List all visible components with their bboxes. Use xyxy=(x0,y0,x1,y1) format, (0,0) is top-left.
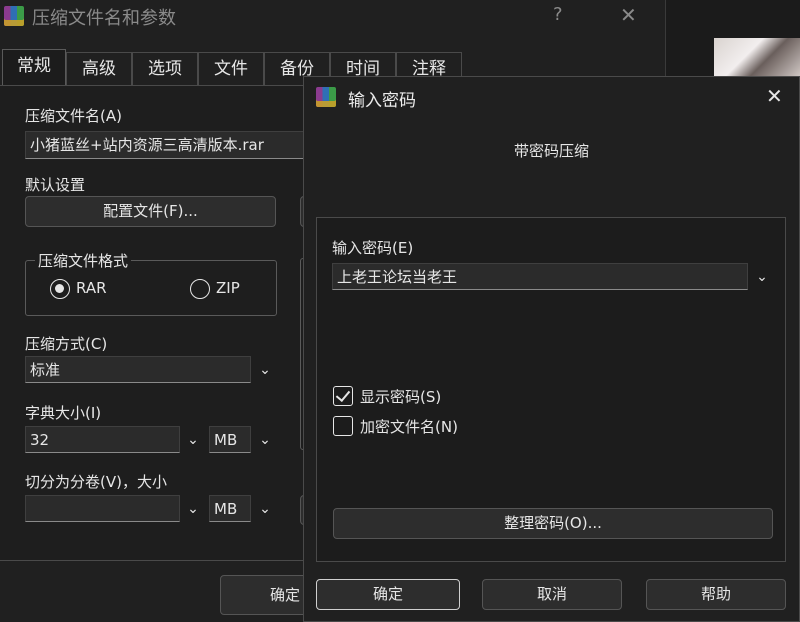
encrypt-filenames-checkbox[interactable] xyxy=(333,416,353,436)
password-input[interactable]: 上老王论坛当老王 xyxy=(332,263,748,290)
split-unit-select[interactable]: MB xyxy=(209,495,251,522)
show-password-checkbox[interactable] xyxy=(333,386,353,406)
zip-radio[interactable] xyxy=(190,279,210,299)
password-help-button[interactable]: 帮助 xyxy=(646,579,786,610)
rar-label[interactable]: RAR xyxy=(76,279,107,297)
chevron-down-icon[interactable]: ⌄ xyxy=(750,265,774,289)
chevron-down-icon[interactable]: ⌄ xyxy=(253,428,277,452)
archive-format-label: 压缩文件格式 xyxy=(35,250,132,271)
zip-label[interactable]: ZIP xyxy=(216,279,240,297)
dictionary-size-select[interactable]: 32 xyxy=(25,426,180,453)
profiles-button[interactable]: 配置文件(F)... xyxy=(25,196,276,227)
rar-radio[interactable] xyxy=(50,279,70,299)
archive-name-label: 压缩文件名(A) xyxy=(25,107,122,125)
tab-general[interactable]: 常规 xyxy=(2,49,66,86)
tab-options[interactable]: 选项 xyxy=(132,52,198,86)
help-icon[interactable]: ? xyxy=(553,4,563,25)
tab-files[interactable]: 文件 xyxy=(198,52,264,86)
password-dialog: 输入密码 ✕ 带密码压缩 输入密码(E) 上老王论坛当老王 ⌄ 显示密码(S) … xyxy=(303,76,800,622)
password-cancel-button[interactable]: 取消 xyxy=(482,579,622,610)
dictionary-unit-select[interactable]: MB xyxy=(209,426,251,453)
split-volumes-label: 切分为分卷(V)，大小 xyxy=(25,473,167,491)
default-settings-label: 默认设置 xyxy=(25,176,86,194)
chevron-down-icon[interactable]: ⌄ xyxy=(253,497,277,521)
winrar-icon xyxy=(4,6,24,26)
encrypt-filenames-label[interactable]: 加密文件名(N) xyxy=(360,416,458,437)
winrar-icon xyxy=(316,87,336,107)
dictionary-size-label: 字典大小(I) xyxy=(25,404,102,422)
compression-method-select[interactable]: 标准 xyxy=(25,356,251,383)
organize-passwords-button[interactable]: 整理密码(O)... xyxy=(333,508,773,539)
chevron-down-icon[interactable]: ⌄ xyxy=(181,428,205,452)
archive-name-input[interactable]: 小猪蓝丝+站内资源三高清版本.rar xyxy=(25,131,310,159)
tab-advanced[interactable]: 高级 xyxy=(66,52,132,86)
chevron-down-icon[interactable]: ⌄ xyxy=(253,358,277,382)
chevron-down-icon[interactable]: ⌄ xyxy=(181,497,205,521)
archive-dialog-titlebar[interactable]: 压缩文件名和参数 ? ✕ xyxy=(0,0,666,34)
password-dialog-titlebar[interactable]: 输入密码 ✕ xyxy=(304,77,799,117)
close-icon[interactable]: ✕ xyxy=(620,3,637,27)
show-password-label[interactable]: 显示密码(S) xyxy=(360,386,441,407)
password-subtitle: 带密码压缩 xyxy=(514,142,590,160)
password-label: 输入密码(E) xyxy=(332,239,414,257)
background-image-thumbnail xyxy=(714,38,800,76)
compression-method-label: 压缩方式(C) xyxy=(25,335,108,353)
password-dialog-title: 输入密码 xyxy=(348,91,416,111)
archive-dialog-title: 压缩文件名和参数 xyxy=(32,8,176,29)
split-size-input[interactable] xyxy=(25,495,180,522)
close-icon[interactable]: ✕ xyxy=(766,84,783,108)
password-ok-button[interactable]: 确定 xyxy=(316,579,460,610)
